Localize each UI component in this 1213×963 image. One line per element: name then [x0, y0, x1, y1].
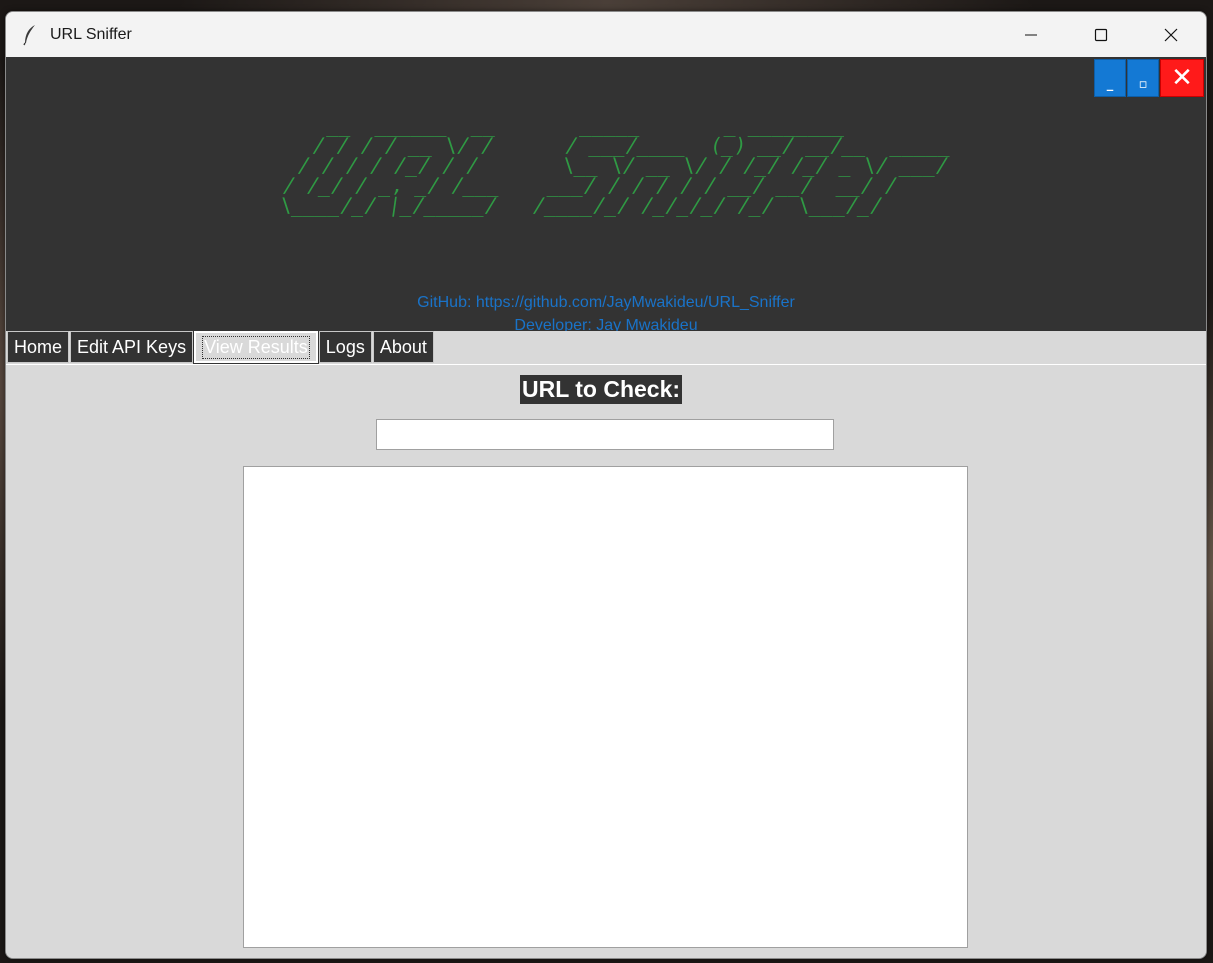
app-window: URL Sniffer _ ▫ ✕ __ ______ __ _____ _ _… [5, 11, 1207, 959]
maximize-icon [1094, 28, 1108, 41]
app-close-button[interactable]: ✕ [1160, 59, 1204, 97]
url-input[interactable] [376, 419, 834, 450]
close-icon [1164, 28, 1178, 41]
feather-icon [23, 24, 35, 45]
window-minimize-button[interactable] [996, 12, 1066, 57]
url-label: URL to Check: [520, 375, 683, 404]
minimize-icon [1025, 34, 1037, 35]
tab-label: Edit API Keys [77, 336, 187, 357]
tab-home[interactable]: Home [7, 331, 70, 363]
tab-logs[interactable]: Logs [318, 331, 372, 363]
app-minimize-button[interactable]: _ [1094, 59, 1126, 97]
window-maximize-button[interactable] [1066, 12, 1136, 57]
tab-about[interactable]: About [372, 331, 434, 363]
ascii-logo: __ ______ __ _____ _ ________ / / / / __… [266, 113, 956, 217]
results-textarea[interactable] [243, 466, 968, 948]
app-maximize-button[interactable]: ▫ [1127, 59, 1159, 97]
tab-label: Logs [325, 336, 365, 357]
tab-view-results[interactable]: View Results [193, 330, 319, 364]
app-header: _ ▫ ✕ __ ______ __ _____ _ ________ / / … [6, 57, 1206, 334]
window-close-button[interactable] [1136, 12, 1206, 57]
results-panel: URL to Check: [6, 365, 1206, 958]
tab-bar: Home Edit API Keys View Results Logs Abo… [6, 330, 1206, 365]
window-title: URL Sniffer [50, 25, 132, 43]
tab-label: About [379, 336, 427, 357]
tab-label: Home [14, 336, 63, 357]
tab-edit-api-keys[interactable]: Edit API Keys [70, 331, 194, 363]
title-bar[interactable]: URL Sniffer [6, 12, 1206, 57]
tab-label: View Results [202, 335, 310, 359]
github-link[interactable]: GitHub: https://github.com/JayMwakideu/U… [6, 294, 1206, 312]
